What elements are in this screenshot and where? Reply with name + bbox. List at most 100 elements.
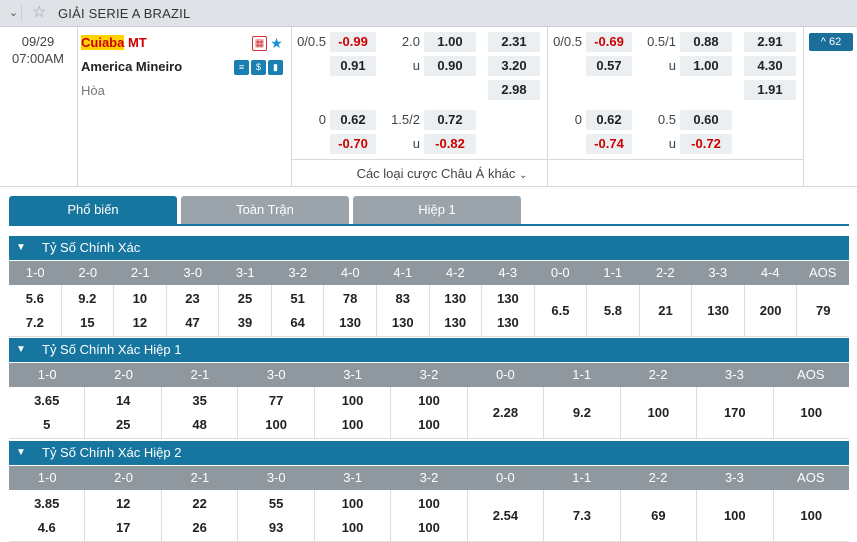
h12-hdp-home-odd[interactable]: 0.62 [586, 110, 632, 130]
home-score-odd[interactable]: 3.85 [9, 496, 84, 511]
score-odds-cell[interactable]: 25 39 [219, 285, 272, 336]
away-team[interactable]: America Mineiro [81, 59, 182, 74]
score-odds-cell[interactable]: 100 100 [391, 490, 468, 541]
h1-hdp-home-odd[interactable]: -0.69 [586, 32, 632, 52]
draw-score-odd[interactable]: 2.54 [468, 508, 543, 523]
score-odds-cell[interactable]: 83 130 [377, 285, 430, 336]
score-odds-cell[interactable]: 100 [621, 387, 698, 438]
league-header[interactable]: ⌄ ☆ GIẢI SERIE A BRAZIL [0, 0, 857, 27]
home-score-odd[interactable]: 130 [430, 291, 482, 306]
away-score-odd[interactable]: 39 [219, 315, 271, 330]
score-odds-cell[interactable]: 22 26 [162, 490, 239, 541]
h1-ou-over-odd[interactable]: 0.88 [680, 32, 732, 52]
section-header[interactable]: ▼ Tỷ Số Chính Xác Hiệp 2 [9, 441, 849, 465]
score-odds-cell[interactable]: 100 [774, 387, 849, 438]
score-odds-cell[interactable]: 55 93 [238, 490, 315, 541]
home-score-odd[interactable]: 100 [315, 496, 390, 511]
score-odds-cell[interactable]: 3.65 5 [9, 387, 86, 438]
ft-1x2-home-odd[interactable]: 2.31 [488, 32, 540, 52]
away-score-odd[interactable]: 12 [114, 315, 166, 330]
score-odds-cell[interactable]: 100 100 [391, 387, 468, 438]
score-odds-cell[interactable]: 51 64 [272, 285, 325, 336]
favorite-star-icon[interactable]: ★ [269, 36, 284, 51]
ft-hdp-home-odd[interactable]: -0.99 [330, 32, 376, 52]
ft2-ou-over-odd[interactable]: 0.72 [424, 110, 476, 130]
bar-chart-icon[interactable]: ▮ [268, 60, 283, 76]
score-odds-cell[interactable]: 78 130 [324, 285, 377, 336]
draw-score-odd[interactable]: 69 [621, 508, 696, 523]
away-score-odd[interactable]: 25 [85, 417, 160, 432]
h1-hdp-away-odd[interactable]: 0.57 [586, 56, 632, 76]
score-odds-cell[interactable]: 21 [640, 285, 693, 336]
ft-ou-over-odd[interactable]: 1.00 [424, 32, 476, 52]
ft2-hdp-away-odd[interactable]: -0.70 [330, 134, 376, 154]
home-team[interactable]: Cuiaba MT [81, 35, 147, 50]
home-score-odd[interactable]: 14 [85, 393, 160, 408]
section-header[interactable]: ▼ Tỷ Số Chính Xác [9, 236, 849, 260]
ft-ou-under-odd[interactable]: 0.90 [424, 56, 476, 76]
draw-score-odd[interactable]: 100 [774, 508, 849, 523]
home-score-odd[interactable]: 77 [238, 393, 313, 408]
away-score-odd[interactable]: 100 [238, 417, 313, 432]
home-score-odd[interactable]: 51 [272, 291, 324, 306]
tab-popular[interactable]: Phổ biến [9, 196, 177, 224]
draw-score-odd[interactable]: 9.2 [544, 405, 619, 420]
chevron-down-icon[interactable]: ⌄ [6, 4, 22, 22]
score-odds-cell[interactable]: 9.2 [544, 387, 621, 438]
home-score-odd[interactable]: 130 [482, 291, 534, 306]
score-odds-cell[interactable]: 5.6 7.2 [9, 285, 62, 336]
home-score-odd[interactable]: 78 [324, 291, 376, 306]
draw-score-odd[interactable]: 130 [692, 303, 744, 318]
h1-1x2-home-odd[interactable]: 2.91 [744, 32, 796, 52]
score-odds-cell[interactable]: 69 [621, 490, 698, 541]
score-odds-cell[interactable]: 12 17 [85, 490, 162, 541]
h1-ou-under-odd[interactable]: 1.00 [680, 56, 732, 76]
h12-hdp-away-odd[interactable]: -0.74 [586, 134, 632, 154]
score-odds-cell[interactable]: 130 130 [482, 285, 535, 336]
section-header[interactable]: ▼ Tỷ Số Chính Xác Hiệp 1 [9, 338, 849, 362]
draw-score-odd[interactable]: 2.28 [468, 405, 543, 420]
h1-1x2-draw-odd[interactable]: 1.91 [744, 80, 796, 100]
home-score-odd[interactable]: 10 [114, 291, 166, 306]
draw-score-odd[interactable]: 5.8 [587, 303, 639, 318]
dollar-icon[interactable]: $ [251, 60, 266, 76]
away-score-odd[interactable]: 26 [162, 520, 237, 535]
ft2-hdp-home-odd[interactable]: 0.62 [330, 110, 376, 130]
home-score-odd[interactable]: 100 [391, 393, 466, 408]
score-odds-cell[interactable]: 130 130 [430, 285, 483, 336]
away-score-odd[interactable]: 64 [272, 315, 324, 330]
score-odds-cell[interactable]: 100 [697, 490, 774, 541]
score-odds-cell[interactable]: 5.8 [587, 285, 640, 336]
away-score-odd[interactable]: 5 [9, 417, 84, 432]
score-odds-cell[interactable]: 77 100 [238, 387, 315, 438]
chevron-down-icon[interactable]: ▼ [16, 338, 26, 362]
draw-score-odd[interactable]: 100 [697, 508, 772, 523]
h12-ou-under-odd[interactable]: -0.72 [680, 134, 732, 154]
chevron-down-icon[interactable]: ▼ [16, 236, 26, 260]
away-score-odd[interactable]: 130 [377, 315, 429, 330]
score-odds-cell[interactable]: 3.85 4.6 [9, 490, 86, 541]
score-odds-cell[interactable]: 23 47 [167, 285, 220, 336]
draw-score-odd[interactable]: 6.5 [535, 303, 587, 318]
home-score-odd[interactable]: 9.2 [62, 291, 114, 306]
away-score-odd[interactable]: 130 [430, 315, 482, 330]
other-asian-bets-link[interactable]: Các loại cược Châu Á khác ⌄ [80, 166, 804, 181]
stats-list-icon[interactable]: ≡ [234, 60, 249, 76]
home-score-odd[interactable]: 3.65 [9, 393, 84, 408]
ft-1x2-draw-odd[interactable]: 2.98 [488, 80, 540, 100]
draw-score-odd[interactable]: 100 [621, 405, 696, 420]
home-score-odd[interactable]: 23 [167, 291, 219, 306]
live-tv-icon[interactable]: ▦ [252, 36, 267, 52]
ft2-ou-under-odd[interactable]: -0.82 [424, 134, 476, 154]
draw-score-odd[interactable]: 200 [745, 303, 797, 318]
away-score-odd[interactable]: 100 [391, 520, 466, 535]
home-score-odd[interactable]: 22 [162, 496, 237, 511]
home-score-odd[interactable]: 25 [219, 291, 271, 306]
away-score-odd[interactable]: 130 [324, 315, 376, 330]
draw-score-odd[interactable]: 170 [697, 405, 772, 420]
away-score-odd[interactable]: 130 [482, 315, 534, 330]
away-score-odd[interactable]: 15 [62, 315, 114, 330]
score-odds-cell[interactable]: 7.3 [544, 490, 621, 541]
away-score-odd[interactable]: 47 [167, 315, 219, 330]
away-score-odd[interactable]: 100 [315, 520, 390, 535]
